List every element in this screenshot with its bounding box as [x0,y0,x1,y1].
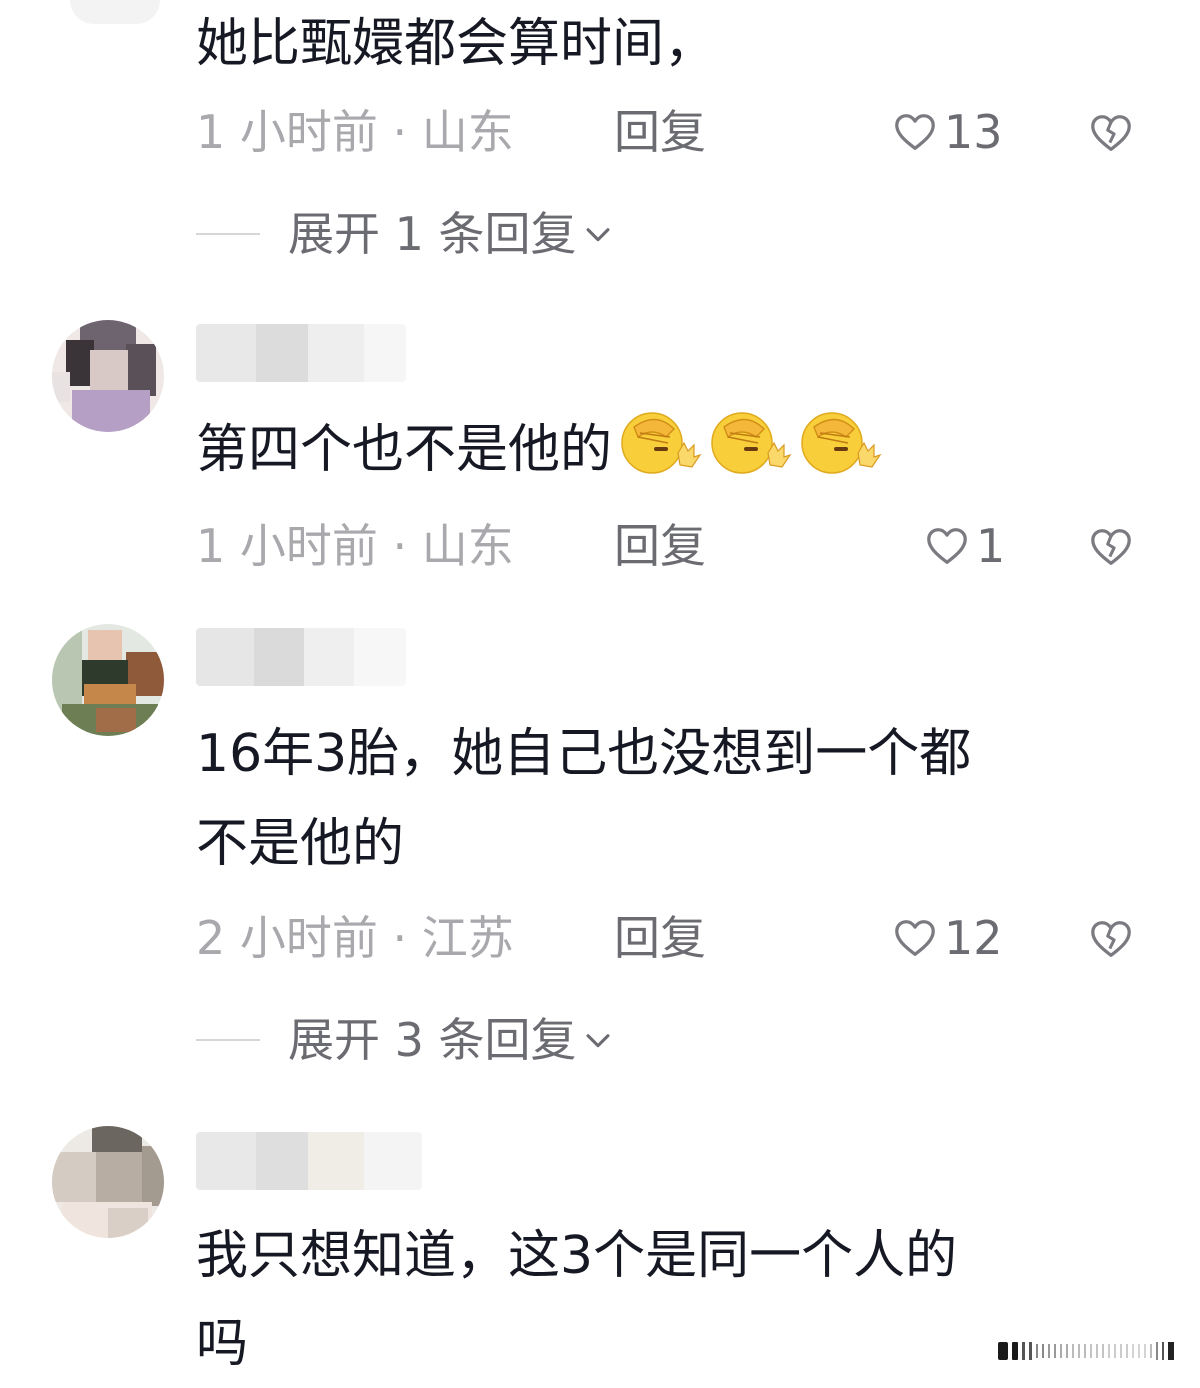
chevron-down-icon [586,1034,609,1048]
avatar-pixelated-image [52,1126,164,1238]
username-blurred[interactable] [196,324,406,382]
comment-text: 吗 [196,1314,249,1374]
reply-button[interactable]: 回复 [614,908,706,968]
expand-replies-button[interactable]: 展开 3 条回复 [196,1010,615,1070]
expand-replies-label: 展开 1 条回复 [288,207,577,261]
comment-meta: 2 小时前 · 江苏 回复 12 [196,908,1146,968]
time-location: 1 小时前 · 山东 [196,519,514,573]
comment-text: 她比甄嬛都会算时间， [196,14,717,74]
like-count: 12 [944,911,1003,965]
reply-button[interactable]: 回复 [614,516,706,576]
comment-text: 16年3胎，她自己也没想到一个都 [196,724,972,784]
like-count: 1 [976,519,1006,573]
time-location: 1 小时前 · 山东 [196,105,514,159]
avatar[interactable] [52,320,164,432]
divider-dash [196,233,260,235]
avatar[interactable] [52,1126,164,1238]
comment-text: 不是他的 [196,814,405,874]
time-location: 2 小时前 · 江苏 [196,911,514,965]
like-count: 13 [944,105,1003,159]
broken-heart-icon[interactable] [1088,916,1134,962]
scroll-indicator [998,1342,1174,1360]
username-blurred[interactable] [196,628,406,686]
comment-text: 我只想知道，这3个是同一个人的 [196,1226,958,1286]
chevron-down-icon [586,228,609,242]
avatar-pixelated-image [52,624,164,736]
broken-heart-icon[interactable] [1088,110,1134,156]
like-button[interactable]: 12 [892,908,1003,968]
comment-text-content: 第四个也不是他的 [196,420,613,480]
facepalm-emoji [621,412,702,474]
comment-meta: 1 小时前 · 山东 回复 13 [196,102,1146,162]
facepalm-emoji [711,412,792,474]
heart-outline-icon [927,528,967,564]
heart-outline-icon [895,114,935,150]
expand-replies-button[interactable]: 展开 1 条回复 [196,204,615,264]
heart-outline-icon [895,920,935,956]
comment-meta: 1 小时前 · 山东 回复 1 [196,516,1146,576]
comment-text: 第四个也不是他的 [196,406,882,494]
broken-heart-icon[interactable] [1088,524,1134,570]
like-button[interactable]: 1 [924,516,1005,576]
facepalm-emoji [801,412,882,474]
like-button[interactable]: 13 [892,102,1003,162]
avatar-partial[interactable] [70,0,160,24]
reply-button[interactable]: 回复 [614,102,706,162]
avatar[interactable] [52,624,164,736]
username-blurred[interactable] [196,1132,422,1190]
expand-replies-label: 展开 3 条回复 [288,1013,577,1067]
avatar-pixelated-image [52,320,164,432]
divider-dash [196,1039,260,1041]
